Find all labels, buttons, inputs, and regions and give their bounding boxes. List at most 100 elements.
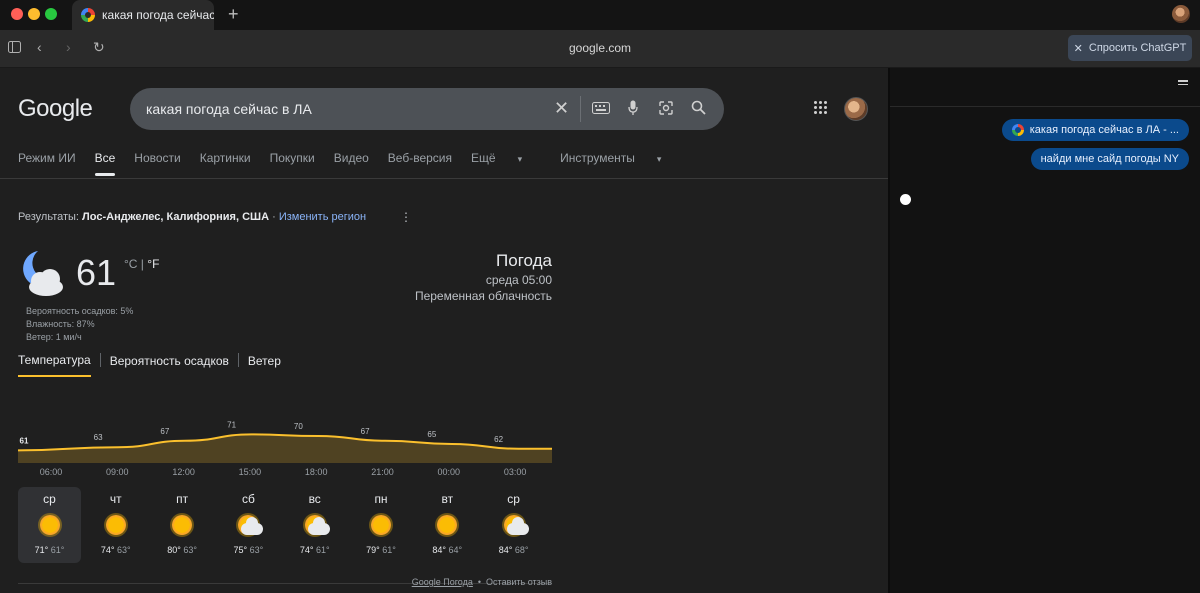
temperature-label: 67 — [361, 427, 370, 436]
forecast-day[interactable]: вт 84° 64° — [416, 487, 479, 563]
forecast-day[interactable]: вс 74° 61° — [283, 487, 346, 563]
forecast-day-name: чт — [109, 492, 122, 506]
unit-fahrenheit[interactable]: °F — [147, 257, 159, 271]
chevron-down-icon: ▾ — [517, 154, 523, 164]
forecast-low: 64° — [446, 545, 463, 555]
hour-label: 06:00 — [39, 467, 63, 477]
temperature-label: 63 — [94, 433, 103, 442]
moon-cloud-icon — [18, 249, 68, 299]
temperature-label: 62 — [494, 435, 503, 444]
maximize-window-button[interactable] — [45, 8, 57, 20]
partly-cloudy-icon — [235, 512, 264, 538]
address-bar[interactable]: google.com — [0, 41, 1200, 55]
results-prefix: Результаты: — [18, 211, 83, 223]
forecast-high: 79° — [366, 545, 380, 555]
browser-tab[interactable]: какая погода сейчас — [72, 0, 214, 30]
forecast-day[interactable]: чт 74° 63° — [84, 487, 147, 563]
forecast-low: 61° — [313, 545, 330, 555]
wind-text: Ветер: 1 ми/ч — [26, 332, 82, 342]
tab-news[interactable]: Новости — [134, 151, 180, 165]
forecast-day-name: сб — [241, 492, 255, 506]
results-location-line: Результаты: Лос-Анджелес, Калифорния, СШ… — [18, 211, 367, 223]
google-weather-link[interactable]: Google Погода — [412, 577, 473, 587]
forecast-temps: 71° 61° — [18, 545, 81, 555]
forecast-low: 61° — [379, 545, 396, 555]
current-temperature: 61 — [76, 252, 117, 293]
google-logo[interactable]: Google — [18, 95, 93, 123]
tab-temperature[interactable]: Температура — [18, 353, 91, 377]
partly-cloudy-icon — [302, 512, 330, 538]
unit-switcher: °C | °F — [124, 257, 160, 271]
nav-divider — [0, 178, 888, 179]
tab-title: какая погода сейчас — [102, 8, 214, 22]
forecast-day[interactable]: ср 71° 61° — [18, 487, 81, 563]
forecast-day[interactable]: пн 79° 61° — [350, 487, 413, 563]
weather-footer: Google Погода • Оставить отзыв — [412, 577, 552, 587]
unit-celsius[interactable]: °C — [124, 257, 137, 271]
chat-message[interactable]: какая погода сейчас в ЛА - ... — [1001, 119, 1189, 141]
change-region-link[interactable]: Изменить регион — [279, 211, 366, 223]
google-favicon-icon — [81, 8, 95, 22]
forecast-day[interactable]: ср 84° 68° — [482, 487, 545, 563]
tab-ai-mode[interactable]: Режим ИИ — [18, 151, 76, 165]
menu-icon[interactable] — [1178, 80, 1188, 87]
close-icon[interactable]: ✕ — [1074, 42, 1083, 55]
ask-chatgpt-label: Спросить ChatGPT — [1088, 42, 1187, 54]
search-results-page: Google какая погода сейчас в ЛА ✕ Режим … — [0, 68, 888, 593]
ask-chatgpt-button[interactable]: ✕ Спросить ChatGPT — [1068, 35, 1192, 61]
temperature-chart: 61 63 67 71 70 67 65 62 — [17, 413, 552, 463]
new-tab-icon[interactable]: + — [228, 4, 239, 25]
forecast-high: 84° — [498, 545, 513, 555]
google-apps-icon[interactable] — [814, 101, 828, 115]
forecast-low: 61° — [48, 545, 65, 555]
forecast-high: 74° — [100, 545, 115, 555]
forecast-day[interactable]: пт 80° 63° — [151, 487, 214, 563]
hour-label: 15:00 — [238, 467, 262, 477]
search-box[interactable]: какая погода сейчас в ЛА ✕ — [130, 88, 724, 130]
tab-tools[interactable]: Инструменты ▾ — [560, 151, 680, 165]
forecast-day[interactable]: сб 75° 63° — [217, 487, 280, 563]
forecast-day-name: пн — [374, 492, 388, 506]
tab-web[interactable]: Веб-версия — [388, 151, 452, 165]
profile-avatar-icon[interactable] — [1172, 5, 1190, 23]
forecast-day-name: ср — [507, 492, 520, 506]
search-icon[interactable] — [691, 100, 706, 120]
chat-message[interactable]: найди мне сайд погоды NY — [1030, 148, 1189, 170]
tab-precipitation[interactable]: Вероятность осадков — [110, 354, 229, 376]
temperature-chart-svg: 61 63 67 71 70 67 65 62 — [17, 420, 552, 463]
weather-details: Вероятность осадков: 5% Влажность: 87% В… — [26, 305, 133, 344]
more-options-icon[interactable]: ⋮ — [400, 210, 412, 224]
forecast-temps: 74° 63° — [84, 545, 147, 555]
weather-title: Погода — [496, 251, 552, 270]
lens-icon[interactable] — [658, 100, 674, 121]
search-divider — [580, 96, 581, 122]
minimize-window-button[interactable] — [28, 8, 40, 20]
tab-shopping[interactable]: Покупки — [270, 151, 315, 165]
tab-images[interactable]: Картинки — [200, 151, 251, 165]
hour-label: 03:00 — [503, 467, 527, 477]
hour-label: 00:00 — [437, 467, 461, 477]
forecast-temps: 79° 61° — [350, 545, 413, 555]
search-input[interactable]: какая погода сейчас в ЛА — [146, 101, 312, 117]
hour-axis: 06:00 09:00 12:00 15:00 18:00 21:00 00:00 03:00 — [18, 467, 552, 481]
title-bar: какая погода сейчас + — [0, 0, 1200, 30]
partly-cloudy-icon — [501, 512, 529, 538]
sidebar-divider — [890, 106, 1200, 107]
feedback-link[interactable]: Оставить отзыв — [486, 577, 552, 587]
forecast-high: 74° — [299, 545, 314, 555]
sun-icon — [169, 512, 195, 538]
temperature-label: 70 — [294, 422, 303, 431]
tab-all[interactable]: Все — [94, 151, 115, 176]
close-window-button[interactable] — [11, 8, 23, 20]
voice-search-icon[interactable] — [628, 100, 638, 121]
tab-more[interactable]: Ещё ▾ — [471, 151, 541, 165]
tab-wind[interactable]: Ветер — [248, 354, 281, 376]
forecast-high: 75° — [233, 545, 248, 555]
clear-search-icon[interactable]: ✕ — [554, 98, 569, 119]
forecast-low: 63° — [114, 545, 131, 555]
tab-videos[interactable]: Видео — [334, 151, 369, 165]
account-avatar[interactable] — [844, 97, 868, 121]
sun-icon — [37, 512, 63, 538]
results-location: Лос-Анджелес, Калифорния, США — [82, 211, 270, 223]
keyboard-icon[interactable] — [592, 101, 610, 120]
